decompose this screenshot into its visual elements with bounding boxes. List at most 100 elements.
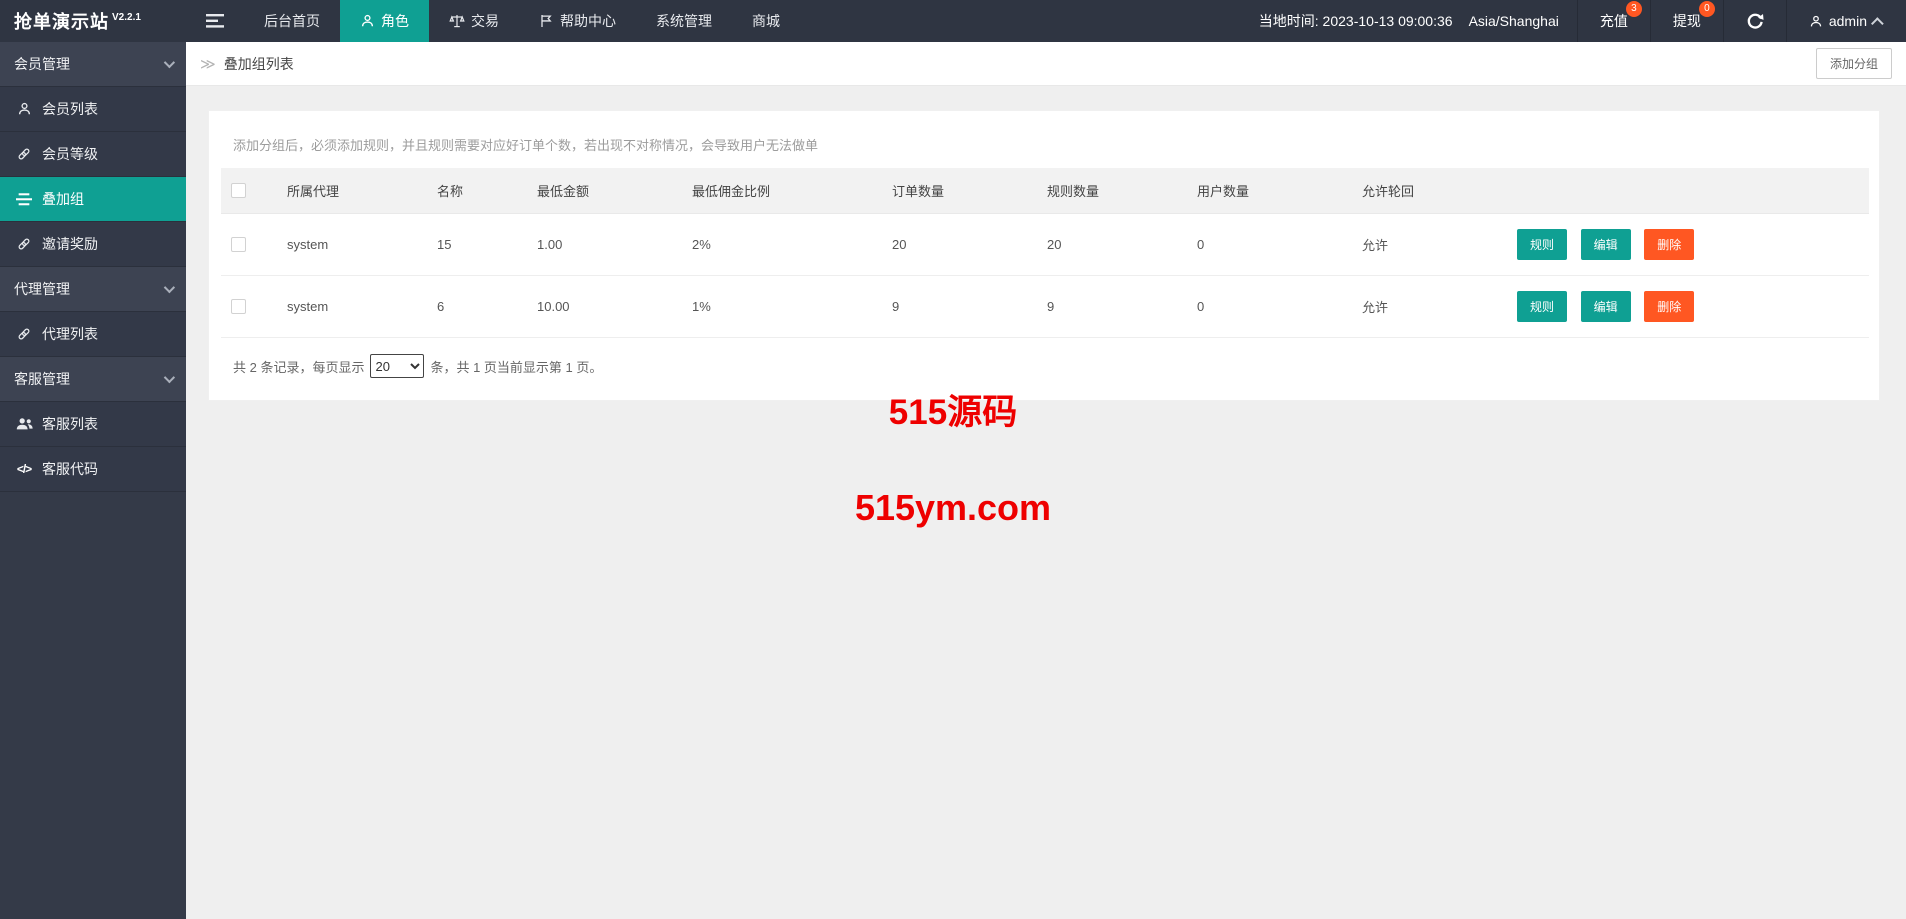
pagination-suffix: 条，共 1 页当前显示第 1 页。 [430,359,603,375]
sidebar-item-member-list[interactable]: 会员列表 [0,87,186,132]
delete-button[interactable]: 删除 [1644,291,1695,322]
select-all-checkbox[interactable] [231,183,246,198]
edit-button[interactable]: 编辑 [1580,229,1631,260]
edit-button[interactable]: 编辑 [1580,291,1631,322]
cell-loop: 允许 [1352,213,1507,276]
chevron-down-icon [163,281,176,294]
sidebar-group-agents[interactable]: 代理管理 [0,267,186,312]
cell-users: 0 [1187,213,1352,276]
breadcrumb-icon: ≫ [200,55,216,73]
page-size-select[interactable]: 20 [370,354,425,378]
recharge-badge: 3 [1625,1,1642,17]
app-version: V2.2.1 [112,11,141,23]
cell-agent: system [277,275,427,338]
cell-rules: 9 [1037,275,1187,338]
sidebar: 会员管理 会员列表 会员等级 叠加组 邀请奖励 代理管理 代理列表 客服管理 客… [0,42,186,919]
cell-loop: 允许 [1352,275,1507,338]
cell-orders: 20 [882,213,1037,276]
withdraw-button[interactable]: 提现 0 [1649,0,1723,42]
cell-rules: 20 [1037,213,1187,276]
tab-dashboard[interactable]: 后台首页 [244,0,340,42]
nav-tabs: 后台首页 角色 交易 帮助中心 系统管理 商城 [186,0,800,42]
hint-text: 添加分组后，必须添加规则，并且规则需要对应好订单个数，若出现不对称情况，会导致用… [233,138,819,153]
person-icon [14,101,34,117]
sidebar-item-agent-list[interactable]: 代理列表 [0,312,186,357]
sidebar-item-support-code[interactable]: </> 客服代码 [0,447,186,492]
username: admin [1828,13,1867,29]
collapse-menu-button[interactable] [186,0,244,42]
table-header-row: 所属代理 名称 最低金额 最低佣金比例 订单数量 规则数量 用户数量 允许轮回 [221,168,1869,214]
row-checkbox[interactable] [231,237,246,252]
col-orders: 订单数量 [882,168,1037,214]
sidebar-item-invite-reward[interactable]: 邀请奖励 [0,222,186,267]
col-users: 用户数量 [1187,168,1352,214]
cell-min-commission: 2% [682,213,882,276]
cell-agent: system [277,213,427,276]
tab-system[interactable]: 系统管理 [636,0,732,42]
table-row: system 15 1.00 2% 20 20 0 允许 规则 编辑 删除 [221,213,1869,276]
group-table: 所属代理 名称 最低金额 最低佣金比例 订单数量 规则数量 用户数量 允许轮回 … [221,168,1869,338]
watermark-line2: 515ym.com [854,487,1052,528]
tab-roles[interactable]: 角色 [340,0,429,42]
cell-name: 6 [427,275,527,338]
local-time: 当地时间: 2023-10-13 09:00:36 Asia/Shanghai [1241,0,1577,42]
recharge-button[interactable]: 充值 3 [1576,0,1650,42]
cell-name: 15 [427,213,527,276]
tab-mall[interactable]: 商城 [732,0,800,42]
col-actions [1507,168,1869,214]
pagination-prefix: 共 2 条记录，每页显示 [233,359,365,375]
pagination: 共 2 条记录，每页显示 20 条，共 1 页当前显示第 1 页。 [233,354,1855,378]
chevron-down-icon [163,371,176,384]
chevron-down-icon [163,56,176,69]
sidebar-group-members[interactable]: 会员管理 [0,42,186,87]
nav-right: 当地时间: 2023-10-13 09:00:36 Asia/Shanghai … [1241,0,1906,42]
link-icon [14,146,34,162]
col-loop: 允许轮回 [1352,168,1507,214]
cell-orders: 9 [882,275,1037,338]
timezone-text: Asia/Shanghai [1468,13,1559,29]
refresh-button[interactable] [1722,0,1786,42]
hamburger-icon [206,14,224,28]
add-group-button[interactable]: 添加分组 [1815,48,1892,79]
scales-icon [449,13,465,29]
code-icon: </> [16,462,32,476]
col-min-commission: 最低佣金比例 [682,168,882,214]
cell-min-amount: 1.00 [527,213,682,276]
layers-icon [14,192,34,206]
rule-button[interactable]: 规则 [1517,291,1568,322]
group-list-card: 添加分组后，必须添加规则，并且规则需要对应好订单个数，若出现不对称情况，会导致用… [208,110,1880,401]
sidebar-item-member-level[interactable]: 会员等级 [0,132,186,177]
person-icon [360,13,375,29]
table-row: system 6 10.00 1% 9 9 0 允许 规则 编辑 删除 [221,275,1869,338]
person-icon [1809,14,1823,29]
top-navbar: 抢单演示站 V2.2.1 后台首页 角色 交易 帮助中心 系统管理 商城 当地时… [0,0,1906,42]
sidebar-item-stack-group[interactable]: 叠加组 [0,177,186,222]
user-menu[interactable]: admin [1785,0,1906,42]
local-time-text: 当地时间: 2023-10-13 09:00:36 [1258,13,1453,29]
sidebar-group-support[interactable]: 客服管理 [0,357,186,402]
link-icon [14,236,34,252]
people-icon [14,417,34,431]
withdraw-badge: 0 [1698,1,1715,17]
breadcrumb-bar: ≫ 叠加组列表 添加分组 [186,42,1906,86]
flag-icon [539,13,554,29]
cell-users: 0 [1187,275,1352,338]
rule-button[interactable]: 规则 [1517,229,1568,260]
sidebar-item-support-list[interactable]: 客服列表 [0,402,186,447]
refresh-icon [1747,13,1764,29]
col-rules: 规则数量 [1037,168,1187,214]
app-logo: 抢单演示站 V2.2.1 [0,0,186,42]
col-min-amount: 最低金额 [527,168,682,214]
row-checkbox[interactable] [231,299,246,314]
app-title: 抢单演示站 [14,12,109,32]
tab-help-center[interactable]: 帮助中心 [519,0,636,42]
link-icon [14,326,34,342]
cell-min-commission: 1% [682,275,882,338]
cell-min-amount: 10.00 [527,275,682,338]
delete-button[interactable]: 删除 [1644,229,1695,260]
tab-trade[interactable]: 交易 [429,0,519,42]
page-title: 叠加组列表 [223,55,294,72]
col-name: 名称 [427,168,527,214]
chevron-up-icon [1871,16,1884,30]
col-agent: 所属代理 [277,168,427,214]
